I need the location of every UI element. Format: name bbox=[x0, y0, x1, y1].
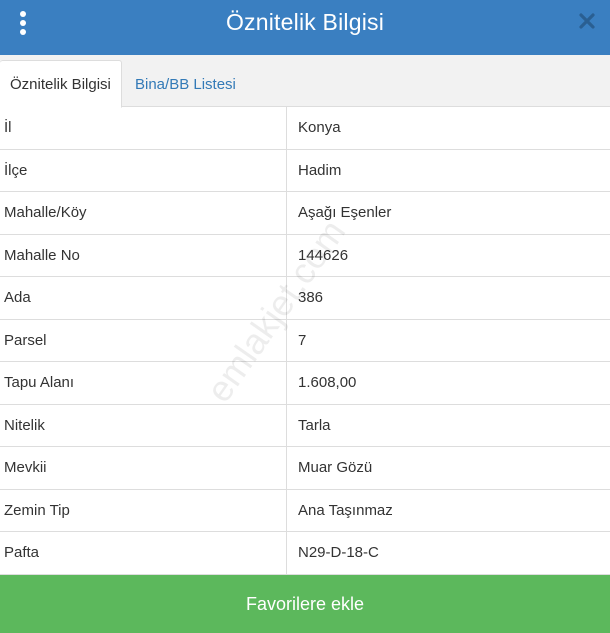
row-label: Nitelik bbox=[0, 404, 287, 446]
table-row: Mahalle/Köy Aşağı Eşenler bbox=[0, 192, 610, 235]
table-row: Tapu Alanı 1.608,00 bbox=[0, 362, 610, 405]
row-value: 1.608,00 bbox=[298, 374, 357, 392]
header-bar: Öznitelik Bilgisi bbox=[0, 0, 610, 55]
row-label: Pafta bbox=[0, 532, 287, 574]
row-value: Aşağı Eşenler bbox=[298, 204, 392, 222]
tab-bar: Öznitelik Bilgisi Bina/BB Listesi bbox=[0, 55, 610, 108]
page-title: Öznitelik Bilgisi bbox=[225, 9, 385, 35]
row-value: Konya bbox=[298, 119, 341, 137]
table-row: Pafta N29-D-18-C bbox=[0, 532, 610, 575]
row-value: Ana Taşınmaz bbox=[298, 501, 393, 519]
row-label: Tapu Alanı bbox=[0, 362, 287, 404]
row-label: Ada bbox=[0, 277, 287, 319]
table-row: Zemin Tip Ana Taşınmaz bbox=[0, 489, 610, 532]
table-row: Mahalle No 144626 bbox=[0, 234, 610, 277]
row-label: İlçe bbox=[0, 149, 287, 191]
table-row: Ada 386 bbox=[0, 277, 610, 320]
table-row: İlçe Hadim bbox=[0, 149, 610, 192]
table-row: Mevkii Muar Gözü bbox=[0, 447, 610, 490]
menu-dot bbox=[20, 11, 26, 17]
row-value: 386 bbox=[298, 289, 324, 307]
row-label: Mahalle/Köy bbox=[0, 192, 287, 234]
table-row: İl Konya bbox=[0, 107, 610, 150]
tab-oznitelik-bilgisi[interactable]: Öznitelik Bilgisi bbox=[0, 60, 122, 108]
menu-dot bbox=[20, 20, 26, 26]
close-icon[interactable] bbox=[574, 8, 600, 34]
row-label: İl bbox=[0, 107, 287, 149]
row-label: Mevkii bbox=[0, 447, 287, 489]
row-label: Zemin Tip bbox=[0, 489, 287, 531]
row-value: 7 bbox=[298, 331, 307, 349]
row-label: Parsel bbox=[0, 319, 287, 361]
row-value: 144626 bbox=[298, 246, 349, 264]
add-to-favorites-button[interactable]: Favorilere ekle bbox=[0, 575, 610, 633]
row-value: Muar Gözü bbox=[298, 459, 373, 477]
kebab-menu-icon[interactable] bbox=[12, 8, 34, 38]
row-value: N29-D-18-C bbox=[298, 544, 379, 562]
table-row: Nitelik Tarla bbox=[0, 404, 610, 447]
table-row: Parsel 7 bbox=[0, 319, 610, 362]
attribute-table: İl Konya İlçe Hadim Mahalle/Köy Aşağı Eş… bbox=[0, 107, 610, 575]
row-label: Mahalle No bbox=[0, 234, 287, 276]
tab-bina-bb-listesi[interactable]: Bina/BB Listesi bbox=[125, 60, 246, 108]
menu-dot bbox=[20, 29, 26, 35]
row-value: Tarla bbox=[298, 416, 331, 434]
row-value: Hadim bbox=[298, 161, 342, 179]
